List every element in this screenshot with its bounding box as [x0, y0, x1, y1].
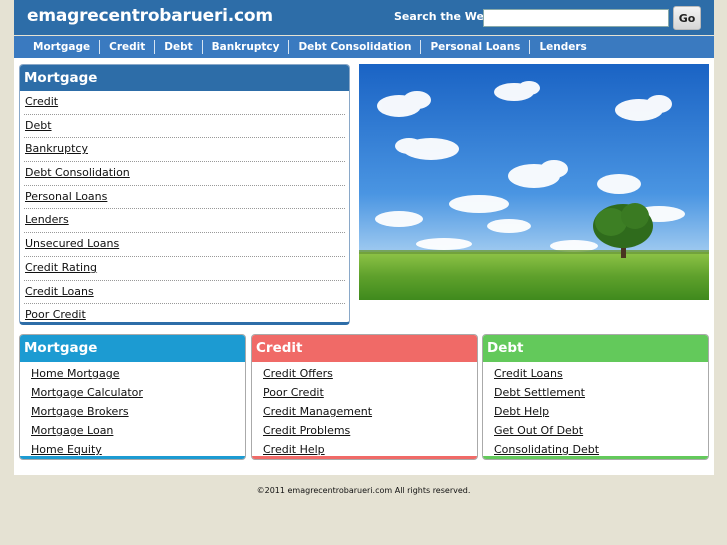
search-input[interactable] [483, 9, 669, 27]
sidebar-link-credit-loans[interactable]: Credit Loans [25, 285, 94, 298]
card-link-debt-settlement[interactable]: Debt Settlement [494, 386, 585, 399]
nav-item-lenders[interactable]: Lenders [530, 40, 595, 54]
nav-item-mortgage[interactable]: Mortgage [14, 40, 101, 54]
card-mortgage: Mortgage Home Mortgage Mortgage Calculat… [19, 334, 246, 460]
card-list: Credit Loans Debt Settlement Debt Help G… [483, 362, 708, 459]
nav-item-personal-loans[interactable]: Personal Loans [421, 40, 531, 54]
list-item: Debt Help [494, 402, 708, 421]
card-link-credit-management[interactable]: Credit Management [263, 405, 372, 418]
list-item: Debt Consolidation [24, 162, 345, 186]
card-bottom-bar [252, 456, 477, 459]
sidebar-box: Mortgage Credit Debt Bankruptcy Debt Con… [19, 64, 350, 325]
search-label: Search the Web: [394, 10, 497, 23]
card-link-home-equity[interactable]: Home Equity [31, 443, 102, 456]
list-item: Get Out Of Debt [494, 421, 708, 440]
list-item: Debt [24, 115, 345, 139]
card-list: Home Mortgage Mortgage Calculator Mortga… [20, 362, 245, 459]
card-bottom-bar [20, 456, 245, 459]
list-item: Mortgage Brokers [31, 402, 245, 421]
list-item: Personal Loans [24, 186, 345, 210]
card-bottom-bar [483, 456, 708, 459]
sidebar-link-credit[interactable]: Credit [25, 95, 58, 108]
go-button[interactable]: Go [673, 6, 701, 30]
list-item: Unsecured Loans [24, 233, 345, 257]
card-link-poor-credit[interactable]: Poor Credit [263, 386, 324, 399]
main-nav: Mortgage Credit Debt Bankruptcy Debt Con… [14, 36, 714, 58]
nav-item-credit[interactable]: Credit [100, 40, 156, 54]
card-link-mortgage-calculator[interactable]: Mortgage Calculator [31, 386, 143, 399]
sidebar-link-unsecured-loans[interactable]: Unsecured Loans [25, 237, 119, 250]
card-link-credit-help[interactable]: Credit Help [263, 443, 325, 456]
site-title[interactable]: emagrecentrobarueri.com [27, 6, 273, 26]
nav-item-bankruptcy[interactable]: Bankruptcy [203, 40, 290, 54]
footer-copyright: ©2011 emagrecentrobarueri.com All rights… [256, 486, 471, 495]
sidebar-link-bankruptcy[interactable]: Bankruptcy [25, 142, 88, 155]
list-item: Credit Offers [263, 364, 477, 383]
card-link-debt-help[interactable]: Debt Help [494, 405, 549, 418]
card-link-get-out-of-debt[interactable]: Get Out Of Debt [494, 424, 583, 437]
list-item: Credit Problems [263, 421, 477, 440]
sidebar-list: Credit Debt Bankruptcy Debt Consolidatio… [20, 91, 349, 327]
list-item: Debt Settlement [494, 383, 708, 402]
list-item: Home Mortgage [31, 364, 245, 383]
sidebar-link-poor-credit[interactable]: Poor Credit [25, 308, 86, 321]
card-credit: Credit Credit Offers Poor Credit Credit … [251, 334, 478, 460]
list-item: Mortgage Calculator [31, 383, 245, 402]
list-item: Credit Loans [24, 281, 345, 305]
nav-item-debt[interactable]: Debt [155, 40, 203, 54]
list-item: Lenders [24, 209, 345, 234]
card-link-mortgage-brokers[interactable]: Mortgage Brokers [31, 405, 129, 418]
card-title: Debt [483, 335, 708, 362]
sidebar-title: Mortgage [20, 65, 349, 91]
list-item: Poor Credit [263, 383, 477, 402]
card-link-consolidating-debt[interactable]: Consolidating Debt [494, 443, 599, 456]
card-link-mortgage-loan[interactable]: Mortgage Loan [31, 424, 113, 437]
sidebar-link-personal-loans[interactable]: Personal Loans [25, 190, 107, 203]
list-item: Credit Loans [494, 364, 708, 383]
card-debt: Debt Credit Loans Debt Settlement Debt H… [482, 334, 709, 460]
main-content: Mortgage Credit Debt Bankruptcy Debt Con… [14, 58, 714, 475]
card-link-credit-problems[interactable]: Credit Problems [263, 424, 350, 437]
sidebar-link-lenders[interactable]: Lenders [25, 213, 69, 226]
list-item: Credit Management [263, 402, 477, 421]
card-link-credit-loans[interactable]: Credit Loans [494, 367, 563, 380]
list-item: Credit Rating [24, 257, 345, 281]
card-link-home-mortgage[interactable]: Home Mortgage [31, 367, 120, 380]
site-header: emagrecentrobarueri.com Search the Web: … [14, 0, 714, 35]
sidebar-link-debt[interactable]: Debt [25, 119, 52, 132]
card-title: Mortgage [20, 335, 245, 362]
sidebar-link-debt-consolidation[interactable]: Debt Consolidation [25, 166, 130, 179]
sidebar-link-credit-rating[interactable]: Credit Rating [25, 261, 97, 274]
card-list: Credit Offers Poor Credit Credit Managem… [252, 362, 477, 459]
card-link-credit-offers[interactable]: Credit Offers [263, 367, 333, 380]
list-item: Credit [24, 91, 345, 115]
list-item: Mortgage Loan [31, 421, 245, 440]
list-item: Bankruptcy [24, 138, 345, 163]
hero-landscape-image [359, 64, 709, 300]
nav-item-debt-consolidation[interactable]: Debt Consolidation [289, 40, 422, 54]
list-item: Poor Credit [24, 304, 345, 327]
card-title: Credit [252, 335, 477, 362]
